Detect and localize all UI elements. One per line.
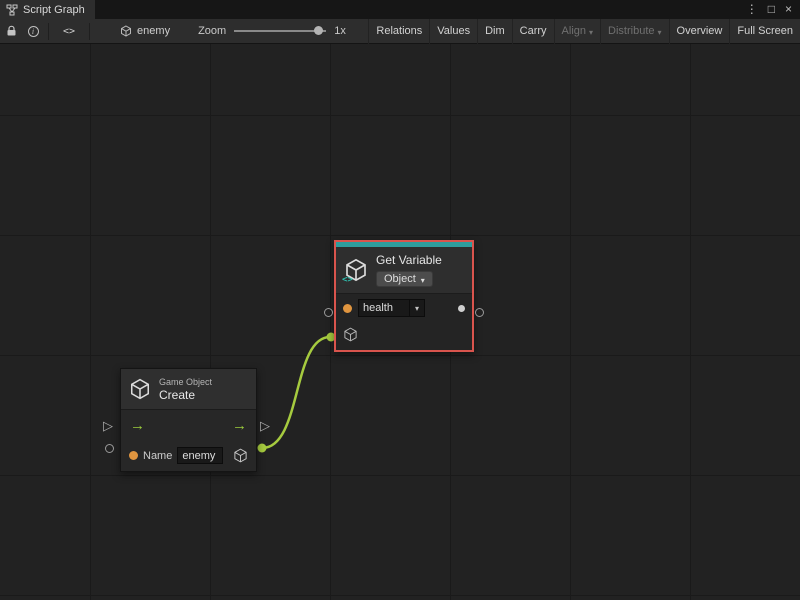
- toolbar-separator: [89, 23, 90, 40]
- flow-input-arrow-icon[interactable]: →: [130, 418, 145, 433]
- get-variable-left-port[interactable]: [324, 308, 333, 317]
- chevron-down-icon: ▾: [421, 276, 425, 285]
- create-header[interactable]: Game Object Create: [121, 369, 256, 409]
- create-flow-output-port[interactable]: ▷: [260, 419, 270, 432]
- maximize-icon[interactable]: □: [768, 0, 775, 19]
- close-icon[interactable]: ×: [785, 0, 792, 19]
- get-variable-header[interactable]: <> Get Variable Object ▾: [336, 247, 472, 293]
- variable-name-row: ▾: [336, 294, 472, 322]
- zoom-control: Zoom 1x: [198, 25, 346, 37]
- zoom-label: Zoom: [198, 25, 226, 37]
- kebab-menu-icon[interactable]: ⋮: [746, 0, 758, 19]
- edit-code-button[interactable]: <>: [53, 19, 85, 44]
- name-parameter-row: Name: [121, 440, 256, 471]
- variable-name-field-group: ▾: [358, 299, 425, 317]
- node-get-variable[interactable]: <> Get Variable Object ▾ ▾: [334, 240, 474, 352]
- variable-name-port[interactable]: [343, 304, 352, 313]
- variable-name-input[interactable]: [359, 300, 409, 316]
- info-icon[interactable]: i: [22, 19, 44, 44]
- create-name-left-port[interactable]: [105, 444, 114, 453]
- value-output-port[interactable]: [458, 305, 465, 312]
- graph-owner-name: enemy: [137, 25, 170, 37]
- gameobject-input-port-icon[interactable]: [343, 327, 358, 342]
- distribute-button: Distribute ▾: [600, 19, 668, 44]
- toolbar: i <> enemy Zoom 1x Relations Values Dim …: [0, 19, 800, 44]
- toolbar-separator: [48, 23, 49, 40]
- node-category: Game Object: [159, 377, 212, 387]
- gameobject-output-port-icon[interactable]: [233, 448, 248, 463]
- titlebar: Script Graph ⋮ □ ×: [0, 0, 800, 19]
- node-title: Get Variable: [376, 253, 442, 267]
- wire-gameobject-connection[interactable]: [262, 337, 330, 448]
- zoom-value: 1x: [334, 25, 346, 37]
- variable-code-icon: <>: [342, 275, 353, 285]
- overview-button[interactable]: Overview: [669, 19, 730, 44]
- dim-button[interactable]: Dim: [477, 19, 512, 44]
- node-gameobject-create[interactable]: Game Object Create → → Name: [120, 368, 257, 472]
- get-variable-right-port[interactable]: [475, 308, 484, 317]
- object-input-row: [336, 322, 472, 350]
- chevron-down-icon: ▾: [589, 28, 593, 37]
- create-flow-input-port[interactable]: ▷: [103, 419, 113, 432]
- unity-script-graph-window: Script Graph ⋮ □ × i <> enemy: [0, 0, 800, 600]
- window-controls: ⋮ □ ×: [746, 0, 800, 19]
- graph-owner[interactable]: enemy: [120, 25, 170, 37]
- graph-canvas[interactable]: <> Get Variable Object ▾ ▾: [0, 44, 800, 600]
- zoom-slider[interactable]: [234, 25, 326, 37]
- relations-button[interactable]: Relations: [368, 19, 429, 44]
- variable-scope-dropdown[interactable]: Object ▾: [376, 271, 433, 287]
- node-title: Create: [159, 388, 212, 402]
- full-screen-button[interactable]: Full Screen: [729, 19, 800, 44]
- graph-asset-icon: [120, 25, 132, 37]
- carry-button[interactable]: Carry: [512, 19, 554, 44]
- toolbar-buttons: Relations Values Dim Carry Align ▾ Distr…: [368, 19, 800, 44]
- zoom-slider-track: [234, 30, 326, 32]
- gameobject-cube-icon: [129, 378, 151, 400]
- flow-output-arrow-icon[interactable]: →: [232, 418, 247, 433]
- name-input[interactable]: [177, 447, 223, 464]
- name-input-port[interactable]: [129, 451, 138, 460]
- align-button: Align ▾: [554, 19, 600, 44]
- values-button[interactable]: Values: [429, 19, 477, 44]
- variable-cube-icon: <>: [344, 258, 368, 282]
- tab-title: Script Graph: [23, 4, 85, 16]
- tab-script-graph[interactable]: Script Graph: [0, 0, 95, 19]
- wire-start-port[interactable]: [258, 444, 267, 453]
- name-label: Name: [143, 450, 172, 462]
- control-flow-row: → →: [121, 410, 256, 440]
- variable-name-dropdown[interactable]: ▾: [409, 300, 424, 316]
- zoom-slider-handle[interactable]: [314, 26, 323, 35]
- chevron-down-icon: ▾: [658, 28, 662, 37]
- script-graph-icon: [6, 4, 18, 16]
- lock-icon[interactable]: [0, 19, 22, 44]
